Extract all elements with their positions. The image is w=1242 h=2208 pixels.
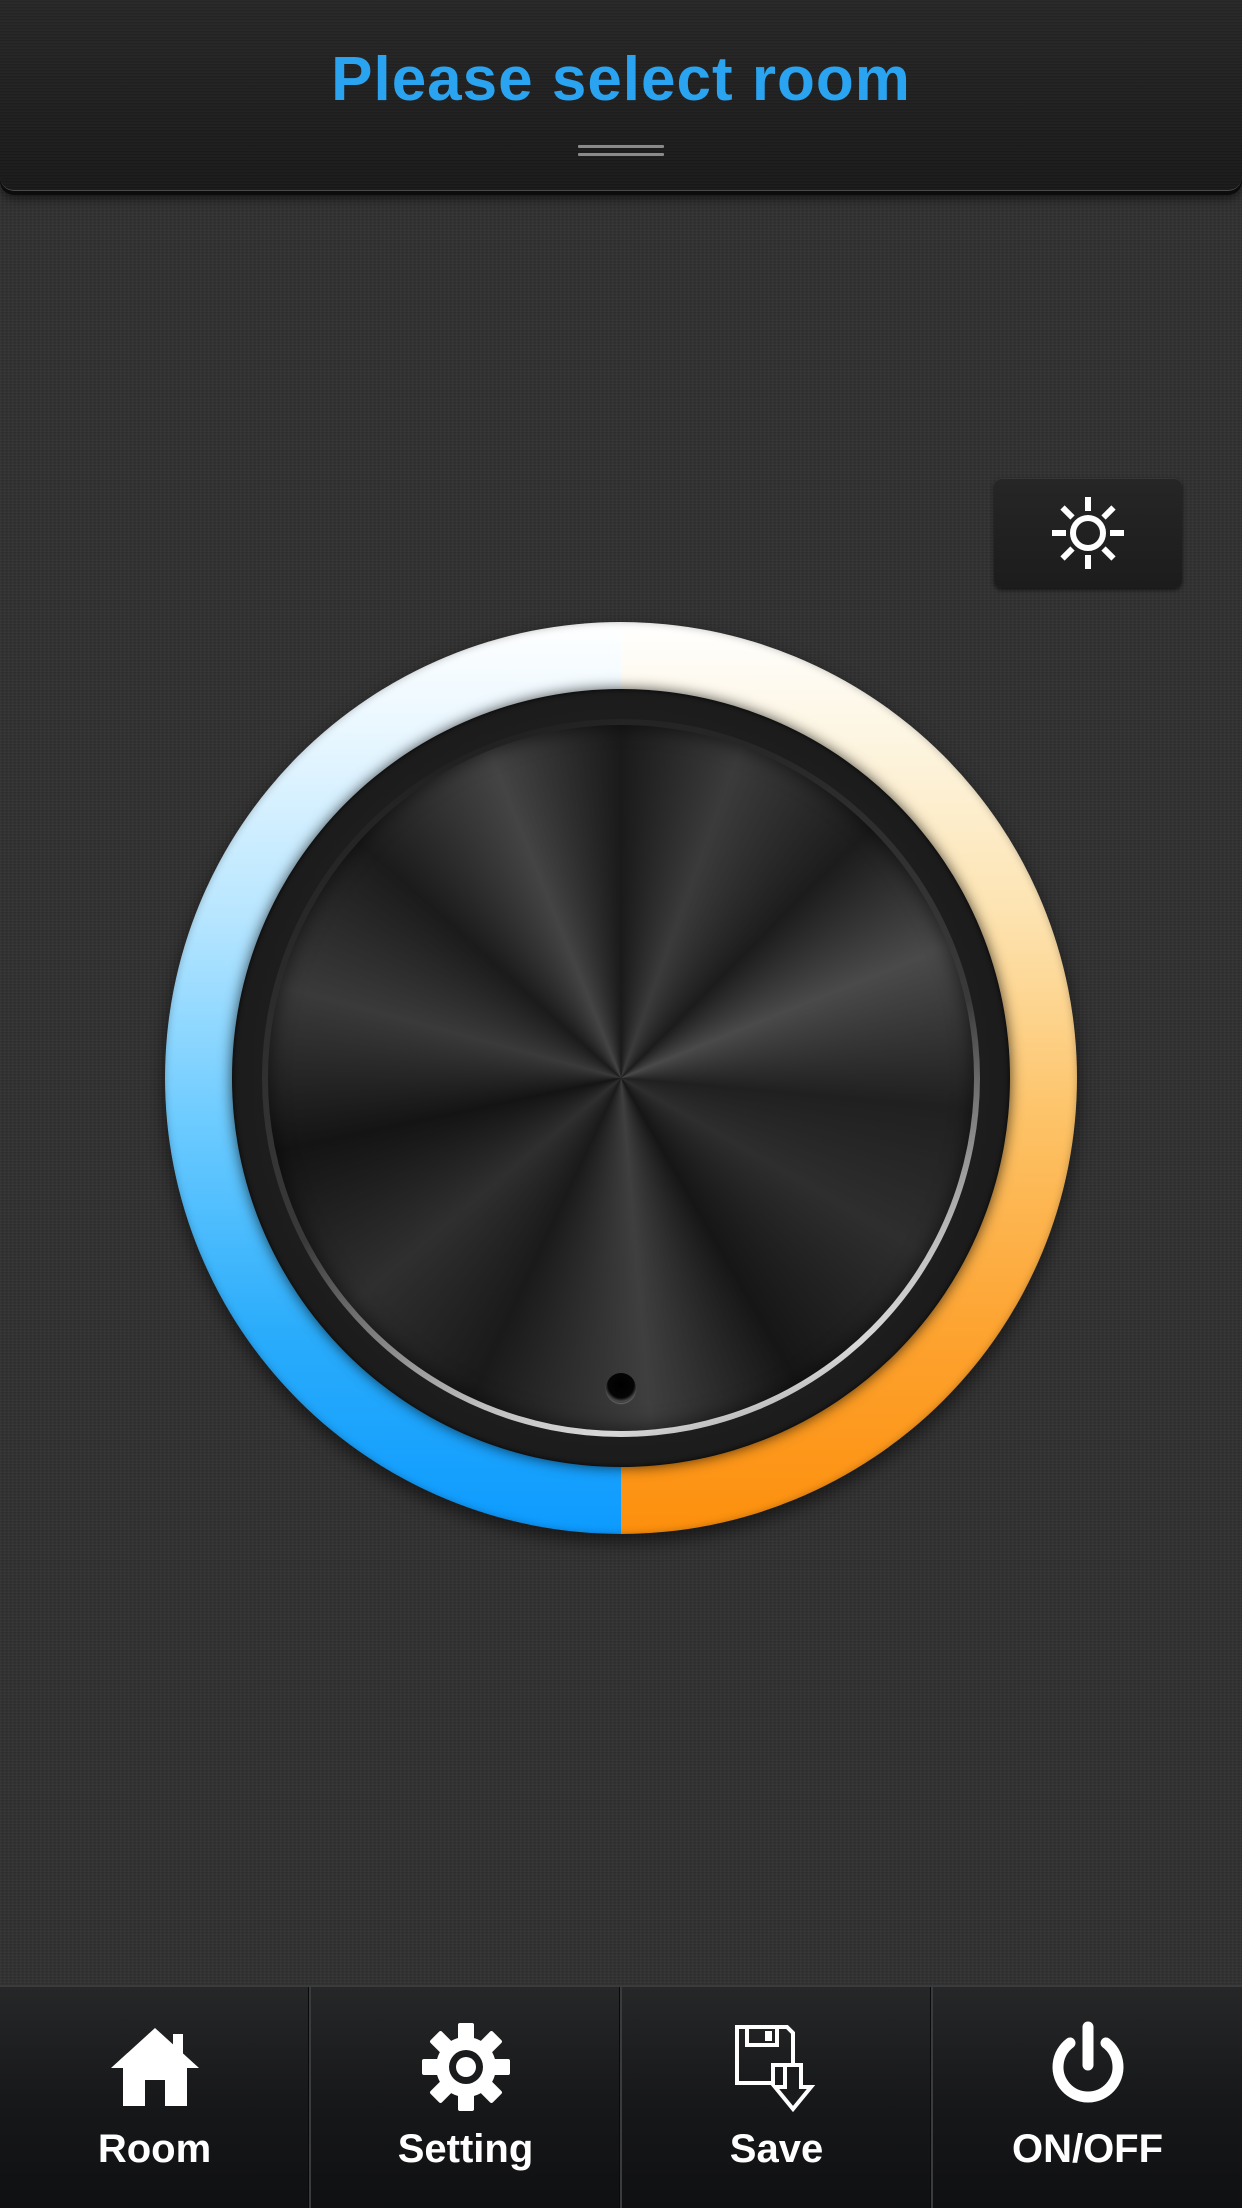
- room-select-title[interactable]: Please select room: [0, 44, 1242, 115]
- power-icon: [1052, 2021, 1123, 2103]
- tab-onoff[interactable]: ON/OFF: [933, 1987, 1242, 2208]
- tab-room[interactable]: Room: [0, 1987, 311, 2208]
- sun-icon: [1052, 497, 1124, 569]
- tab-save-label: Save: [729, 2127, 824, 2171]
- color-temperature-dial[interactable]: [165, 622, 1077, 1534]
- drag-handle-icon[interactable]: [578, 145, 664, 167]
- tab-save[interactable]: Save: [622, 1987, 933, 2208]
- brightness-mode-button[interactable]: [994, 478, 1182, 588]
- room-header[interactable]: Please select room: [0, 0, 1242, 191]
- tab-room-label: Room: [97, 2127, 212, 2171]
- rotary-knob[interactable]: [232, 689, 1010, 1467]
- bottom-tab-bar: Room Setting Save ON/OFF: [0, 1985, 1242, 2208]
- save-icon: [734, 2025, 815, 2113]
- gear-icon: [421, 2023, 510, 2111]
- tab-setting[interactable]: Setting: [311, 1987, 622, 2208]
- tab-setting-label: Setting: [397, 2127, 534, 2171]
- knob-indicator-dot: [606, 1373, 636, 1403]
- app-screen: Please select room Room Setting Save ON/…: [0, 0, 1242, 2208]
- tab-onoff-label: ON/OFF: [1011, 2127, 1164, 2171]
- home-icon: [110, 2028, 199, 2106]
- knob-face: [268, 725, 974, 1431]
